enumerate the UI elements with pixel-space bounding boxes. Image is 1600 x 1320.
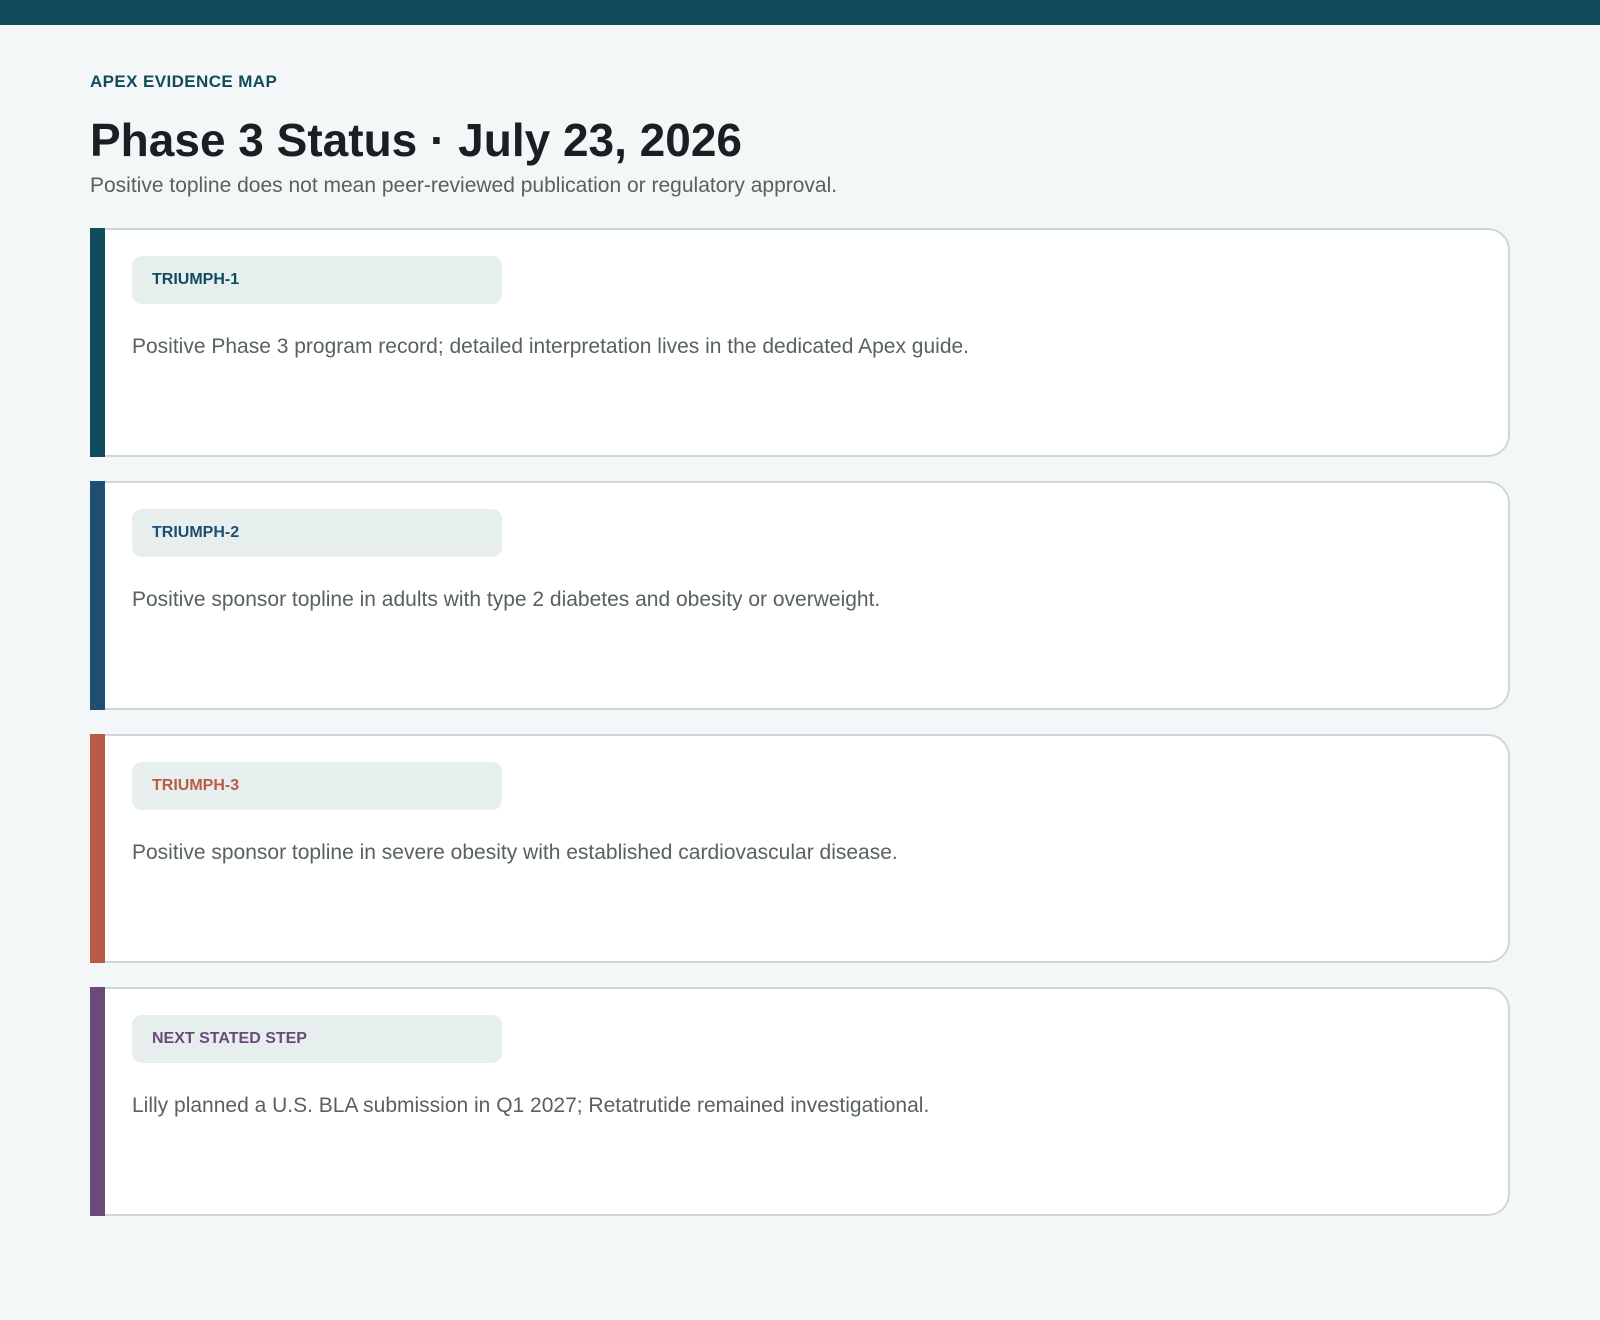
top-bar	[0, 0, 1600, 25]
status-card-list: TRIUMPH-1 Positive Phase 3 program recor…	[90, 228, 1510, 1240]
card-accent-bar	[90, 734, 105, 963]
status-card: TRIUMPH-1 Positive Phase 3 program recor…	[90, 228, 1510, 457]
card-tag: TRIUMPH-3	[132, 762, 502, 810]
status-card: TRIUMPH-3 Positive sponsor topline in se…	[90, 734, 1510, 963]
card-description: Positive Phase 3 program record; detaile…	[132, 335, 970, 358]
page-header: APEX EVIDENCE MAP Phase 3 Status · July …	[90, 70, 1510, 200]
card-tag: TRIUMPH-1	[132, 256, 502, 304]
status-card: NEXT STATED STEP Lilly planned a U.S. BL…	[90, 987, 1510, 1216]
card-accent-bar	[90, 228, 105, 457]
card-tag: NEXT STATED STEP	[132, 1015, 502, 1063]
card-description: Lilly planned a U.S. BLA submission in Q…	[132, 1094, 930, 1117]
status-card: TRIUMPH-2 Positive sponsor topline in ad…	[90, 481, 1510, 710]
eyebrow-label: APEX EVIDENCE MAP	[90, 72, 278, 91]
page-subtitle: Positive topline does not mean peer-revi…	[90, 174, 838, 197]
page-title: Phase 3 Status · July 23, 2026	[90, 114, 743, 166]
card-description: Positive sponsor topline in severe obesi…	[132, 841, 898, 864]
card-tag: TRIUMPH-2	[132, 509, 502, 557]
card-accent-bar	[90, 481, 105, 710]
card-accent-bar	[90, 987, 105, 1216]
card-description: Positive sponsor topline in adults with …	[132, 588, 881, 611]
